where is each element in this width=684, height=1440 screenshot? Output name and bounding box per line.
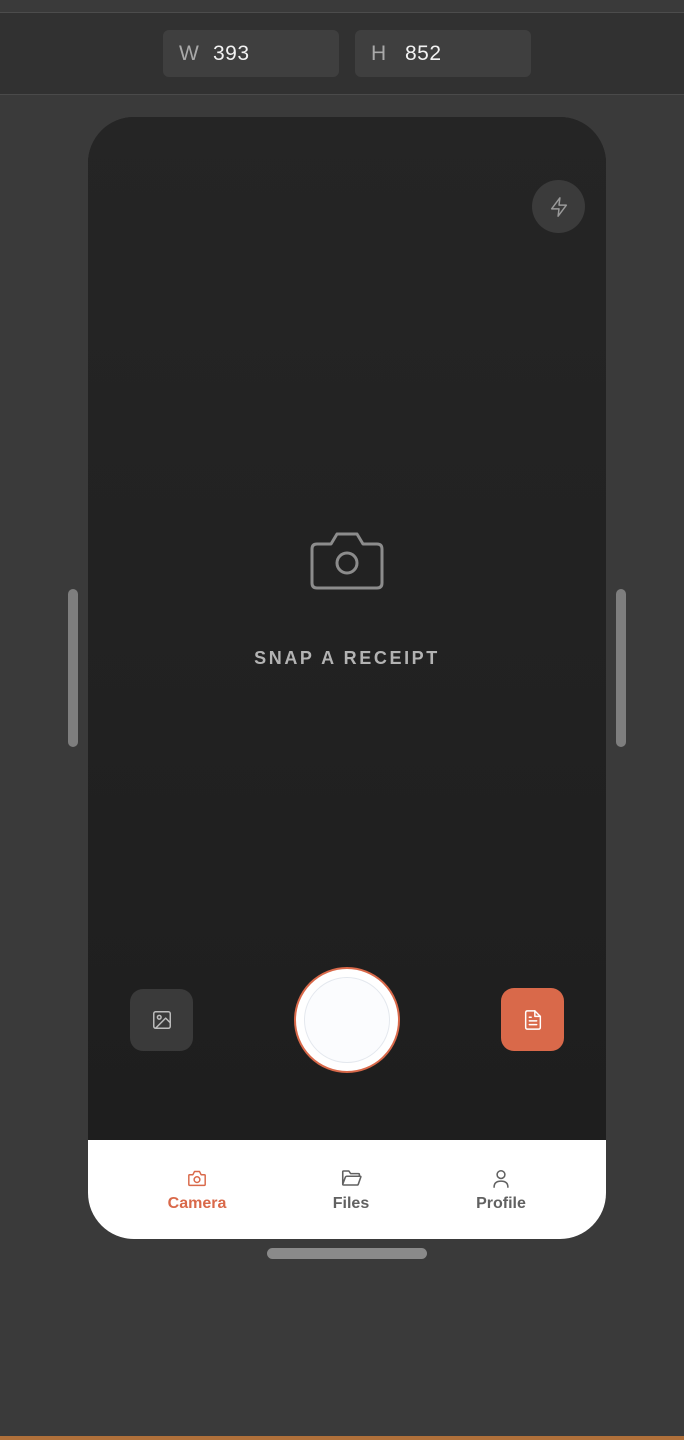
flash-button[interactable] — [532, 180, 585, 233]
tab-label-camera: Camera — [167, 1195, 227, 1212]
height-value[interactable]: 852 — [405, 42, 442, 66]
tab-label-profile: Profile — [476, 1195, 526, 1212]
camera-icon — [188, 1170, 206, 1187]
camera-icon — [310, 532, 384, 590]
gallery-button[interactable] — [130, 989, 193, 1051]
height-label: H — [371, 41, 387, 65]
folder-icon — [341, 1170, 362, 1186]
right-resize-handle[interactable] — [616, 589, 626, 747]
tab-profile[interactable]: Profile — [441, 1140, 561, 1239]
camera-viewfinder: SNAP A RECEIPT — [88, 117, 606, 1140]
shutter-button[interactable] — [294, 967, 400, 1073]
shutter-inner-ring — [304, 977, 390, 1063]
document-icon — [524, 1009, 541, 1030]
width-label: W — [179, 41, 199, 65]
top-strip — [0, 0, 684, 13]
tab-camera[interactable]: Camera — [137, 1140, 257, 1239]
document-button[interactable] — [501, 988, 564, 1051]
device-preview-canvas: W 393 H 852 SNAP A RECEIPT Camera Files … — [0, 0, 684, 1440]
snap-prompt: SNAP A RECEIPT — [254, 648, 440, 668]
height-field[interactable]: H 852 — [355, 30, 531, 77]
width-value[interactable]: 393 — [213, 42, 250, 66]
lightning-icon — [550, 196, 567, 217]
bottom-tab-bar: Camera Files Profile — [88, 1140, 606, 1239]
dimension-toolbar: W 393 H 852 — [0, 13, 684, 95]
bottom-edge — [0, 1436, 684, 1440]
phone-frame: SNAP A RECEIPT Camera Files Profile — [88, 117, 606, 1239]
left-resize-handle[interactable] — [68, 589, 78, 747]
home-indicator[interactable] — [267, 1248, 427, 1259]
width-field[interactable]: W 393 — [163, 30, 339, 77]
tab-label-files: Files — [332, 1195, 370, 1212]
tab-files[interactable]: Files — [291, 1140, 411, 1239]
image-icon — [152, 1011, 171, 1029]
user-icon — [493, 1169, 509, 1188]
